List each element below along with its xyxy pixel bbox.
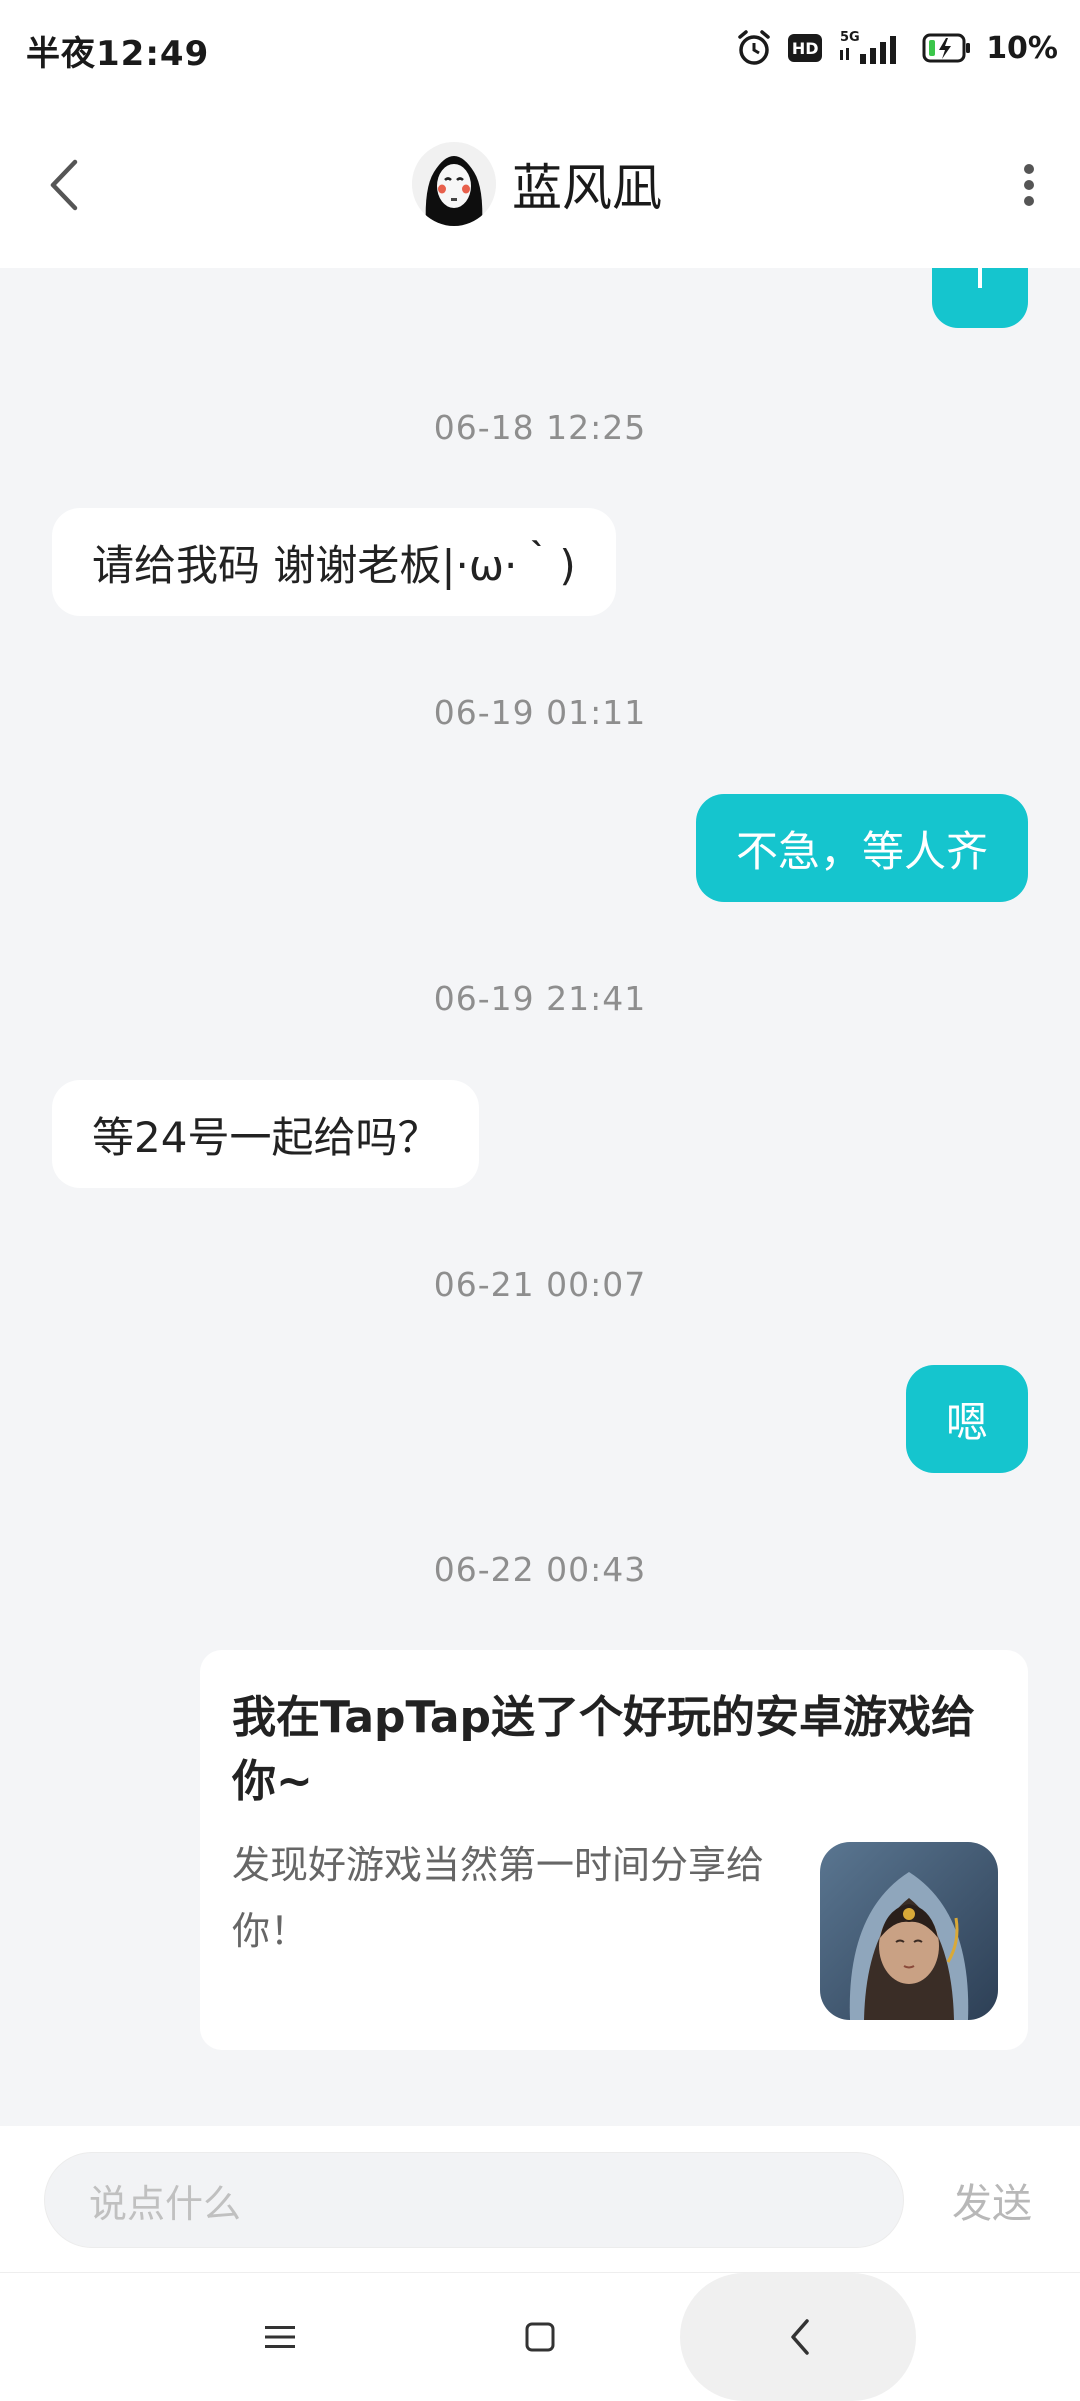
page-title: 蓝风凪	[512, 159, 662, 217]
more-vertical-icon	[1024, 164, 1034, 206]
message-bubble-incoming[interactable]: 等24号一起给吗？	[52, 1080, 480, 1188]
network-type-text: 5G	[840, 30, 860, 45]
share-card-description: 发现好游戏当然第一时间分享给你！	[232, 1843, 765, 1953]
message-timestamp: 06-19 01:11	[433, 693, 647, 732]
game-thumbnail-image	[820, 1842, 998, 2020]
share-card-title: 我在TapTap送了个好玩的安卓游戏给你~	[232, 1692, 976, 1807]
status-time: 半夜12:49	[26, 34, 210, 74]
alarm-icon	[734, 28, 774, 68]
menu-icon	[265, 2326, 295, 2348]
share-card[interactable]: 我在TapTap送了个好玩的安卓游戏给你~ 发现好游戏当然第一时间分享给你！	[200, 1650, 1028, 2050]
home-square-icon	[525, 2322, 555, 2352]
message-bubble-outgoing[interactable]	[932, 268, 1028, 328]
back-button[interactable]	[36, 150, 92, 220]
status-bar: 半夜12:49 HD 5G 10%	[0, 0, 1080, 100]
nav-menu-button[interactable]	[220, 2281, 340, 2393]
message-bubble-outgoing[interactable]: 嗯	[905, 1365, 1028, 1473]
message-timestamp: 06-18 12:25	[433, 408, 647, 447]
avatar[interactable]	[412, 142, 496, 226]
message-list[interactable]: 06-18 12:25 请给我码 谢谢老板|·ω·｀) 06-19 01:11 …	[0, 268, 1080, 2126]
message-timestamp: 06-21 00:07	[433, 1265, 647, 1304]
hd-icon: HD	[788, 34, 823, 62]
nav-home-button[interactable]	[480, 2281, 600, 2393]
system-nav-bar	[0, 2272, 1080, 2401]
composer: 说点什么 发送	[0, 2126, 1080, 2272]
message-timestamp: 06-22 00:43	[433, 1550, 647, 1589]
more-button[interactable]	[1004, 155, 1054, 215]
chevron-left-icon	[791, 2319, 809, 2355]
contact-title[interactable]: 蓝风凪	[412, 142, 662, 226]
message-bubble-incoming[interactable]: 请给我码 谢谢老板|·ω·｀)	[52, 508, 616, 616]
nav-back-button[interactable]	[740, 2281, 860, 2393]
send-button[interactable]: 发送	[952, 2152, 1032, 2248]
chevron-left-icon	[50, 159, 78, 211]
message-bubble-outgoing[interactable]: 不急，等人齐	[695, 794, 1028, 902]
message-timestamp: 06-19 21:41	[433, 979, 647, 1018]
battery-icon	[922, 31, 972, 65]
status-icons: HD 5G 10%	[734, 26, 1058, 70]
chat-header: 蓝风凪	[0, 100, 1080, 268]
message-input[interactable]: 说点什么	[44, 2152, 904, 2248]
signal-icon: 5G	[836, 28, 908, 68]
battery-percent: 10%	[986, 30, 1058, 66]
